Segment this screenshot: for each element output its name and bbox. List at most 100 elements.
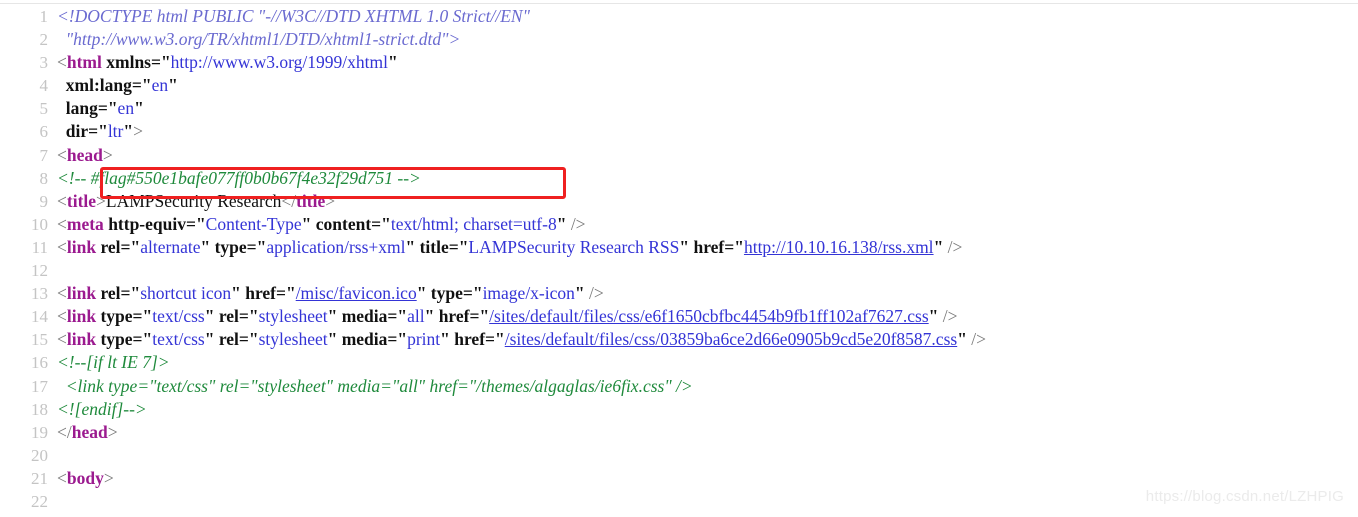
token-quote: "	[231, 283, 241, 304]
token-eq: ="	[246, 236, 267, 257]
token-eq: ="	[462, 283, 483, 304]
token-value: http://www.w3.org/1999/xhtml	[170, 52, 388, 73]
code-line[interactable]: 2 "http://www.w3.org/TR/xhtml1/DTD/xhtml…	[0, 28, 1358, 51]
source-code-viewer: 1 <!DOCTYPE html PUBLIC "-//W3C//DTD XHTM…	[0, 0, 1358, 517]
token-quote: "	[134, 98, 144, 119]
code-line[interactable]: 7 <head>	[0, 144, 1358, 167]
token-attr: href	[438, 306, 470, 327]
token-eq: ="	[132, 329, 153, 350]
code-listing[interactable]: 1 <!DOCTYPE html PUBLIC "-//W3C//DTD XHTM…	[0, 5, 1358, 513]
token-eq: ="	[724, 236, 744, 257]
code-text: <link rel="alternate" type="application/…	[57, 236, 962, 259]
line-number: 8	[39, 168, 49, 188]
token-link[interactable]: /sites/default/files/css/03859ba6ce2d66e…	[505, 329, 957, 349]
token-attr: xml:lang	[65, 75, 132, 96]
token-quote: "	[556, 213, 567, 234]
token-punct: <	[57, 190, 67, 211]
token-punct: <	[57, 52, 67, 73]
token-quote: "	[204, 306, 215, 327]
code-line[interactable]: 11 <link rel="alternate" type="applicatio…	[0, 236, 1358, 259]
token-link[interactable]: /sites/default/files/css/e6f1650cbfbc445…	[489, 306, 929, 326]
token-eq: ="	[448, 236, 469, 257]
token-eq: ="	[371, 213, 391, 234]
token-tag: html	[66, 52, 102, 73]
token-punct: />	[943, 236, 963, 257]
token-eq: ="	[132, 306, 153, 327]
token-attr: xmlns	[106, 52, 151, 73]
token-value: print	[407, 329, 441, 350]
code-line[interactable]: 18 <![endif]-->	[0, 398, 1358, 421]
token-quote: "	[387, 52, 398, 73]
line-number: 20	[31, 445, 48, 465]
token-quote: "	[204, 329, 215, 350]
token-quote: "	[416, 283, 427, 304]
token-attr: media	[341, 306, 388, 327]
code-text: <html xmlns="http://www.w3.org/1999/xhtm…	[57, 51, 398, 74]
token-attr: rel	[218, 329, 239, 350]
code-line[interactable]: 13 <link rel="shortcut icon" href="/misc/…	[0, 282, 1358, 305]
token-text: LAMPSecurity Research	[105, 190, 282, 211]
code-line[interactable]: 21 <body>	[0, 467, 1358, 490]
token-punct: >	[133, 121, 143, 142]
token-tag: link	[66, 236, 97, 257]
code-line[interactable]: 5 lang="en"	[0, 97, 1358, 120]
token-tag: link	[66, 329, 97, 350]
token-quote: "	[933, 236, 944, 257]
code-line[interactable]: 10 <meta http-equiv="Content-Type" conten…	[0, 213, 1358, 236]
token-quote: "	[168, 75, 178, 96]
code-line[interactable]: 17 <link type="text/css" rel="stylesheet…	[0, 375, 1358, 398]
code-text: <title>LAMPSecurity Research</title>	[57, 190, 335, 213]
code-line[interactable]: 15 <link type="text/css" rel="stylesheet"…	[0, 328, 1358, 351]
code-line[interactable]: 14 <link type="text/css" rel="stylesheet"…	[0, 305, 1358, 328]
line-number: 21	[31, 468, 48, 488]
code-line[interactable]: 8 <!-- #flag#550e1bafe077ff0b0b67f4e32f29…	[0, 167, 1358, 190]
token-tag: link	[66, 283, 97, 304]
token-tag: head	[66, 144, 103, 165]
token-doctype: <!DOCTYPE html PUBLIC "-//W3C//DTD XHTML…	[57, 6, 530, 26]
code-line[interactable]: 1 <!DOCTYPE html PUBLIC "-//W3C//DTD XHTM…	[0, 5, 1358, 28]
token-value: stylesheet	[258, 329, 328, 350]
code-text: <link rel="shortcut icon" href="/misc/fa…	[57, 282, 604, 305]
token-value: stylesheet	[258, 306, 328, 327]
token-attr: type	[100, 306, 133, 327]
token-value: text/css	[152, 306, 205, 327]
code-line[interactable]: 19 </head>	[0, 421, 1358, 444]
line-number: 13	[31, 284, 48, 304]
token-value: image/x-icon	[482, 283, 575, 304]
token-tag: link	[66, 306, 97, 327]
token-value: shortcut icon	[140, 283, 232, 304]
token-link[interactable]: http://10.10.16.138/rss.xml	[744, 237, 934, 257]
token-value: application/rss+xml	[266, 236, 406, 257]
token-punct: />	[938, 306, 958, 327]
line-number: 14	[31, 307, 48, 327]
code-text: <!--[if lt IE 7]>	[57, 351, 170, 374]
line-number: 17	[31, 376, 48, 396]
token-comment: <!--	[57, 167, 91, 188]
code-line[interactable]: 16 <!--[if lt IE 7]>	[0, 351, 1358, 374]
code-line[interactable]: 20	[0, 444, 1358, 467]
code-line[interactable]: 9 <title>LAMPSecurity Research</title>	[0, 190, 1358, 213]
code-text: <link type="text/css" rel="stylesheet" m…	[57, 305, 958, 328]
code-text: <![endif]-->	[57, 398, 147, 421]
code-line[interactable]: 12	[0, 259, 1358, 282]
code-line[interactable]: 6 dir="ltr">	[0, 120, 1358, 143]
code-line[interactable]: 4 xml:lang="en"	[0, 74, 1358, 97]
code-text: <body>	[57, 467, 114, 490]
token-eq: ="	[238, 306, 259, 327]
code-line[interactable]: 3 <html xmlns="http://www.w3.org/1999/xht…	[0, 51, 1358, 74]
token-quote: "	[327, 306, 338, 327]
token-attr: http-equiv	[108, 213, 186, 234]
token-punct: <	[57, 329, 67, 350]
token-quote: "	[405, 236, 416, 257]
token-link[interactable]: /misc/favicon.ico	[296, 283, 417, 303]
token-value: en	[151, 75, 169, 96]
line-number: 16	[31, 353, 48, 373]
token-punct: />	[966, 329, 987, 350]
token-eq: ="	[185, 213, 206, 234]
token-value: ltr	[107, 121, 124, 142]
token-punct: >	[102, 144, 113, 165]
code-text: <meta http-equiv="Content-Type" content=…	[57, 213, 586, 236]
token-quote: "	[200, 236, 211, 257]
